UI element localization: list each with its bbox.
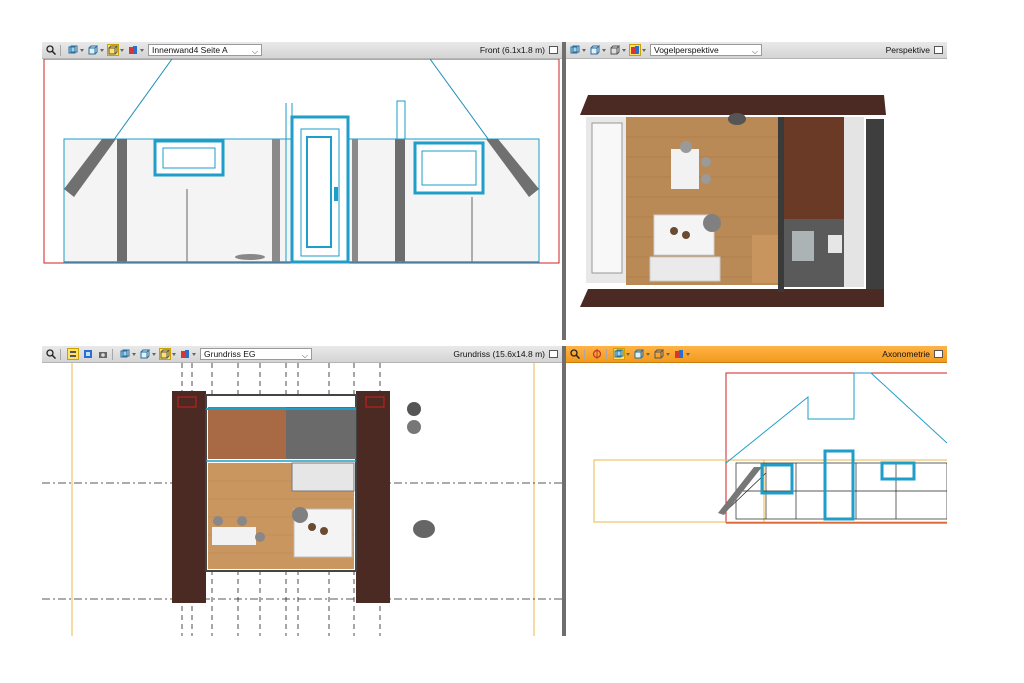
layers-list-icon[interactable]	[67, 348, 79, 360]
chevron-down-icon: ⌵	[251, 47, 258, 56]
camera-icon[interactable]	[97, 348, 109, 360]
axonometric-viewport[interactable]: Axonometrie	[566, 346, 947, 636]
chevron-down-icon[interactable]	[602, 48, 606, 52]
chevron-down-icon[interactable]	[192, 352, 196, 356]
plan-toolbar: Grundriss EG ⌵ Grundriss (15.6x14.8 m)	[42, 346, 562, 363]
chevron-down-icon[interactable]	[666, 352, 670, 356]
perspective-viewport[interactable]: Vogelperspektive ⌵ Perspektive	[566, 42, 947, 340]
axonometric-drawing	[593, 372, 947, 524]
window-icon[interactable]	[82, 348, 94, 360]
front-viewport[interactable]: Innenwand4 Seite A ⌵ Front (6.1x1.8 m)	[42, 42, 562, 340]
material-icon[interactable]	[673, 348, 685, 360]
chevron-down-icon: ⌵	[751, 47, 758, 56]
view-select-value: Vogelperspektive	[654, 45, 719, 55]
birds-eye-render	[580, 95, 886, 307]
axonometric-toolbar: Axonometrie	[566, 346, 947, 363]
cube-view-icon[interactable]	[633, 348, 645, 360]
perspective-toolbar: Vogelperspektive ⌵ Perspektive	[566, 42, 947, 59]
layers-icon[interactable]	[569, 44, 581, 56]
horizontal-splitter[interactable]	[42, 340, 947, 346]
view-select-value: Innenwand4 Seite A	[152, 45, 228, 55]
chevron-down-icon[interactable]	[686, 352, 690, 356]
wireframe-icon[interactable]	[653, 348, 665, 360]
chevron-down-icon[interactable]	[140, 48, 144, 52]
vertical-splitter[interactable]	[562, 42, 566, 636]
front-canvas[interactable]	[42, 59, 562, 340]
search-icon[interactable]	[45, 348, 57, 360]
chevron-down-icon[interactable]	[642, 48, 646, 52]
maximize-icon[interactable]	[549, 46, 558, 54]
toolbar-separator	[112, 348, 113, 360]
layers-icon[interactable]	[67, 44, 79, 56]
view-title: Grundriss (15.6x14.8 m)	[453, 349, 545, 359]
layers-icon[interactable]	[613, 348, 625, 360]
maximize-icon[interactable]	[549, 350, 558, 358]
rotate-icon[interactable]	[591, 348, 603, 360]
front-toolbar: Innenwand4 Seite A ⌵ Front (6.1x1.8 m)	[42, 42, 562, 59]
view-select-dropdown[interactable]: Vogelperspektive ⌵	[650, 44, 762, 56]
material-icon[interactable]	[127, 44, 139, 56]
toolbar-separator	[606, 348, 607, 360]
view-title: Front (6.1x1.8 m)	[479, 45, 545, 55]
front-elevation-drawing	[43, 59, 560, 264]
chevron-down-icon[interactable]	[172, 352, 176, 356]
maximize-icon[interactable]	[934, 350, 943, 358]
view-title: Axonometrie	[882, 349, 930, 359]
chevron-down-icon[interactable]	[622, 48, 626, 52]
plan-viewport[interactable]: Grundriss EG ⌵ Grundriss (15.6x14.8 m)	[42, 346, 562, 636]
wireframe-icon[interactable]	[107, 44, 119, 56]
chevron-down-icon[interactable]	[152, 352, 156, 356]
view-title: Perspektive	[885, 45, 930, 55]
toolbar-separator	[60, 348, 61, 360]
toolbar-separator	[60, 44, 61, 56]
wireframe-icon[interactable]	[609, 44, 621, 56]
axonometric-canvas[interactable]	[566, 363, 947, 636]
wireframe-icon[interactable]	[159, 348, 171, 360]
toolbar-separator	[584, 348, 585, 360]
cube-view-icon[interactable]	[87, 44, 99, 56]
view-select-dropdown[interactable]: Innenwand4 Seite A ⌵	[148, 44, 262, 56]
chevron-down-icon: ⌵	[301, 351, 308, 360]
cube-view-icon[interactable]	[139, 348, 151, 360]
chevron-down-icon[interactable]	[100, 48, 104, 52]
chevron-down-icon[interactable]	[80, 48, 84, 52]
plan-canvas[interactable]	[42, 363, 562, 636]
search-icon[interactable]	[569, 348, 581, 360]
perspective-canvas[interactable]	[566, 59, 947, 340]
maximize-icon[interactable]	[934, 46, 943, 54]
material-icon[interactable]	[179, 348, 191, 360]
floor-plan-drawing	[42, 363, 562, 636]
chevron-down-icon[interactable]	[132, 352, 136, 356]
chevron-down-icon[interactable]	[120, 48, 124, 52]
view-select-value: Grundriss EG	[204, 349, 256, 359]
chevron-down-icon[interactable]	[646, 352, 650, 356]
chevron-down-icon[interactable]	[626, 352, 630, 356]
layers-icon[interactable]	[119, 348, 131, 360]
cube-view-icon[interactable]	[589, 44, 601, 56]
chevron-down-icon[interactable]	[582, 48, 586, 52]
search-icon[interactable]	[45, 44, 57, 56]
view-select-dropdown[interactable]: Grundriss EG ⌵	[200, 348, 312, 360]
material-icon[interactable]	[629, 44, 641, 56]
